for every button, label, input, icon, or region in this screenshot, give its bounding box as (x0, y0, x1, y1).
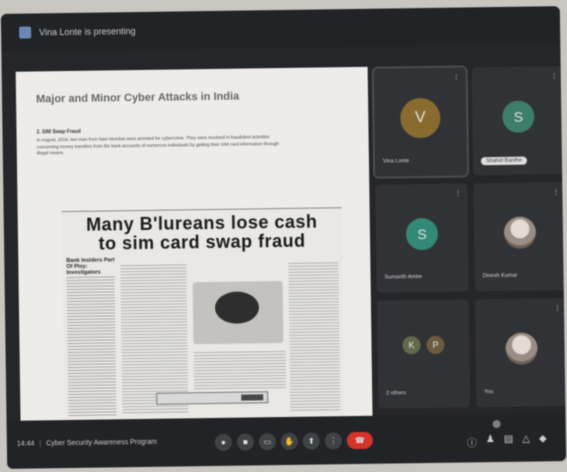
activities-icon[interactable]: △ (522, 434, 530, 449)
mic-off-icon: ⋮ (454, 190, 462, 198)
avatar-photo (505, 332, 538, 365)
clip-text-column (288, 260, 341, 411)
participant-tile[interactable]: ⋮ You (474, 298, 567, 408)
presenting-label: Vina Lonte is presenting (39, 26, 136, 38)
participant-name: Vina Lonte (382, 158, 410, 165)
raise-hand-icon[interactable]: ✋ (280, 432, 298, 451)
meeting-info: 14:44 | Cyber Security Awareness Program (16, 438, 158, 448)
slide-subtitle: 2. SIM Swap Fraud (36, 128, 81, 136)
slide-body: In August, 2018, two men from Navi Mumba… (36, 134, 279, 156)
participant-tile[interactable]: ⋮ Dinesh Kumar (473, 182, 567, 292)
clip-text-column (120, 262, 189, 414)
avatar: S (405, 217, 439, 251)
meeting-name: Cyber Security Awareness Program (46, 438, 158, 448)
slide-title: Major and Minor Cyber Attacks in India (35, 90, 240, 106)
clip-photo (192, 281, 284, 345)
bottom-bar: 14:44 | Cyber Security Awareness Program ●… (6, 413, 567, 469)
newspaper-clipping: Many B'lureans lose cash to sim card swa… (61, 207, 345, 423)
clip-caption-box (156, 391, 269, 405)
end-call-icon[interactable]: ☎ (346, 431, 373, 450)
participant-tile[interactable]: K P 2 others (376, 299, 471, 409)
participant-tile[interactable]: V ⋮ Vina Lonte (371, 65, 470, 179)
host-controls-icon[interactable]: ◆ (539, 433, 547, 448)
avatar-photo (503, 216, 537, 249)
participant-name: 2 others (386, 390, 407, 397)
info-icon[interactable]: ⓘ (467, 434, 477, 449)
mic-off-icon: ⋮ (550, 73, 558, 81)
clip-headline-line-2: to sim card swap fraud (98, 230, 306, 254)
participant-name: Dinesh Kumar (482, 272, 518, 280)
clip-headline: Many B'lureans lose cash to sim card swa… (62, 212, 343, 254)
meet-window: Vina Lonte is presenting Major and Minor… (0, 6, 567, 469)
present-icon[interactable]: ⬆ (302, 432, 320, 450)
captions-icon[interactable]: ▭ (258, 433, 276, 451)
mic-off-icon: ⋮ (552, 189, 560, 197)
avatar: V (400, 97, 441, 139)
mic-off-icon: ⋮ (553, 305, 562, 313)
top-bar: Vina Lonte is presenting (0, 6, 561, 52)
side-controls: ⓘ ♟ ▤ △ ◆ (467, 433, 547, 449)
chat-icon[interactable]: ▤ (504, 434, 514, 449)
avatar: K (402, 336, 421, 355)
mic-icon[interactable]: ● (214, 433, 232, 451)
participant-tile[interactable]: S ⋮ Shahid Banthe (471, 66, 566, 176)
shared-slide: Major and Minor Cyber Attacks in India 2… (15, 66, 373, 424)
participant-name: You (484, 389, 494, 396)
presenting-icon (19, 26, 32, 39)
grouped-avatars: K P (399, 335, 447, 355)
clip-side-column (66, 259, 117, 419)
people-icon[interactable]: ♟ (486, 434, 495, 449)
participant-tile[interactable]: S ⋮ Sumanth Ambe (375, 183, 469, 293)
camera-icon[interactable]: ■ (236, 433, 254, 451)
participant-name: Sumanth Ambe (384, 274, 423, 281)
participants-badge (492, 419, 501, 429)
participant-name: Shahid Banthe (480, 156, 528, 166)
clip-text-column (193, 348, 287, 391)
clip-side-heading: Bank Insiders Part Of Ploy: Investigator… (66, 257, 117, 277)
clock-time: 14:44 (16, 440, 35, 448)
call-controls: ● ■ ▭ ✋ ⬆ ⋮ ☎ (214, 431, 373, 451)
avatar: P (426, 335, 445, 355)
avatar: S (502, 100, 535, 133)
more-options-icon[interactable]: ⋮ (453, 74, 460, 82)
more-icon[interactable]: ⋮ (324, 432, 342, 450)
